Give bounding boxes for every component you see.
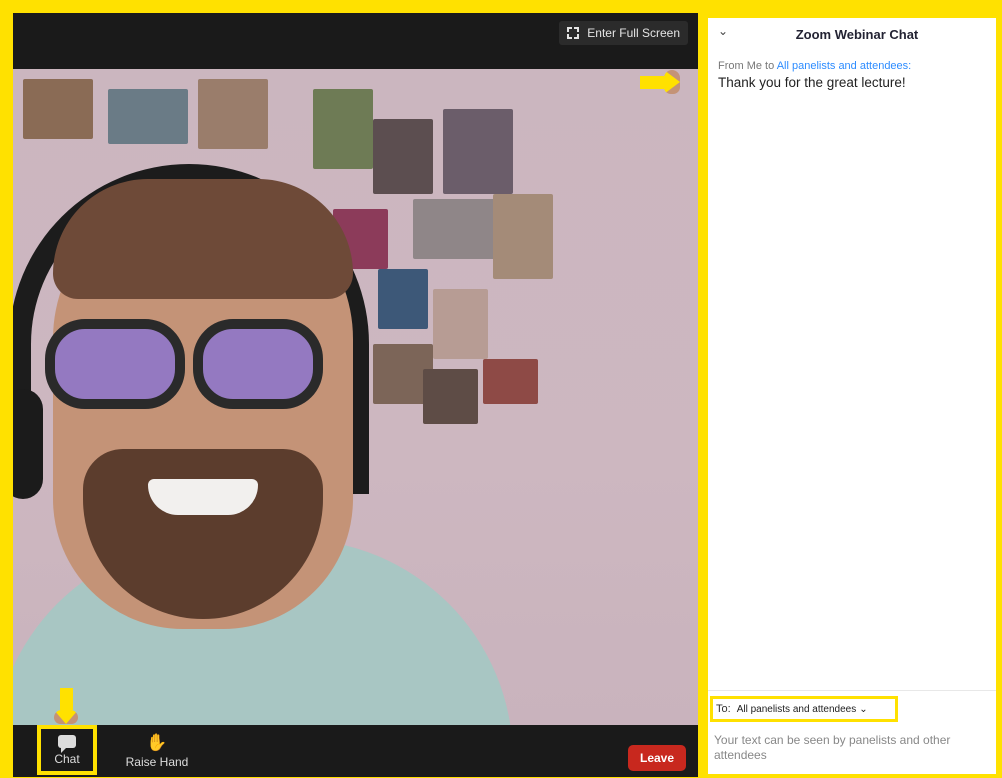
person-hair [53, 179, 353, 299]
chat-header: ⌄ Zoom Webinar Chat [708, 18, 996, 50]
chat-bubble-icon [58, 734, 76, 753]
arrow-head [54, 710, 78, 724]
chat-message: From Me to All panelists and attendees: … [718, 60, 988, 90]
arrow-shaft [60, 688, 73, 710]
enter-full-screen-label: Enter Full Screen [587, 26, 680, 40]
wall-photo [413, 199, 503, 259]
headset-earcup [13, 389, 43, 499]
wall-photo [423, 369, 478, 424]
to-label: To: [716, 703, 731, 715]
video-pane: Enter Full Screen Chat ✋ Raise Hand Leav… [13, 13, 698, 777]
hand-icon: ✋ [146, 732, 168, 752]
message-text: Thank you for the great lecture! [718, 75, 906, 90]
chat-input[interactable]: Your text can be seen by panelists and o… [714, 733, 984, 763]
recipient-row: To: All panelists and attendees ⌄ [710, 696, 898, 722]
wall-photo [433, 289, 488, 359]
chat-title: Zoom Webinar Chat [795, 26, 919, 42]
chat-panel: ⌄ Zoom Webinar Chat From Me to All panel… [708, 18, 996, 774]
fullscreen-icon [567, 27, 580, 39]
message-from: From Me to [718, 60, 775, 72]
message-recipient-link[interactable]: All panelists and attendees: [777, 60, 912, 72]
meeting-toolbar: Chat ✋ Raise Hand Leave [13, 725, 698, 777]
wall-photo [378, 269, 428, 329]
raise-hand-button[interactable]: ✋ Raise Hand [117, 725, 197, 777]
wall-photo [23, 79, 93, 139]
wall-photo [108, 89, 188, 144]
person-smile [148, 479, 258, 515]
wall-photo [443, 109, 513, 194]
chevron-down-icon: ⌄ [859, 703, 868, 715]
enter-full-screen-button[interactable]: Enter Full Screen [559, 21, 688, 45]
raise-hand-label: Raise Hand [125, 754, 189, 769]
arrow-head [664, 70, 680, 94]
message-meta: From Me to All panelists and attendees: [718, 60, 988, 72]
chat-button-label: Chat [54, 751, 80, 766]
video-top-bar: Enter Full Screen [13, 13, 698, 69]
chevron-down-icon[interactable]: ⌄ [718, 24, 728, 38]
arrow-shaft [640, 76, 664, 89]
recipient-selected: All panelists and attendees [736, 703, 857, 715]
wall-photo [483, 359, 538, 404]
wall-photo [493, 194, 553, 279]
wall-photo [198, 79, 268, 149]
wall-photo [373, 119, 433, 194]
speaker-video [13, 69, 698, 759]
glasses-left-lens [45, 319, 185, 409]
screenshot-frame: Enter Full Screen Chat ✋ Raise Hand Leav… [0, 0, 1002, 778]
recipient-dropdown[interactable]: All panelists and attendees ⌄ [737, 704, 868, 715]
glasses-right-lens [193, 319, 323, 409]
wall-photo [313, 89, 373, 169]
leave-button[interactable]: Leave [628, 745, 686, 771]
chat-button[interactable]: Chat [37, 725, 97, 775]
chat-compose: To: All panelists and attendees ⌄ Your t… [708, 690, 996, 774]
